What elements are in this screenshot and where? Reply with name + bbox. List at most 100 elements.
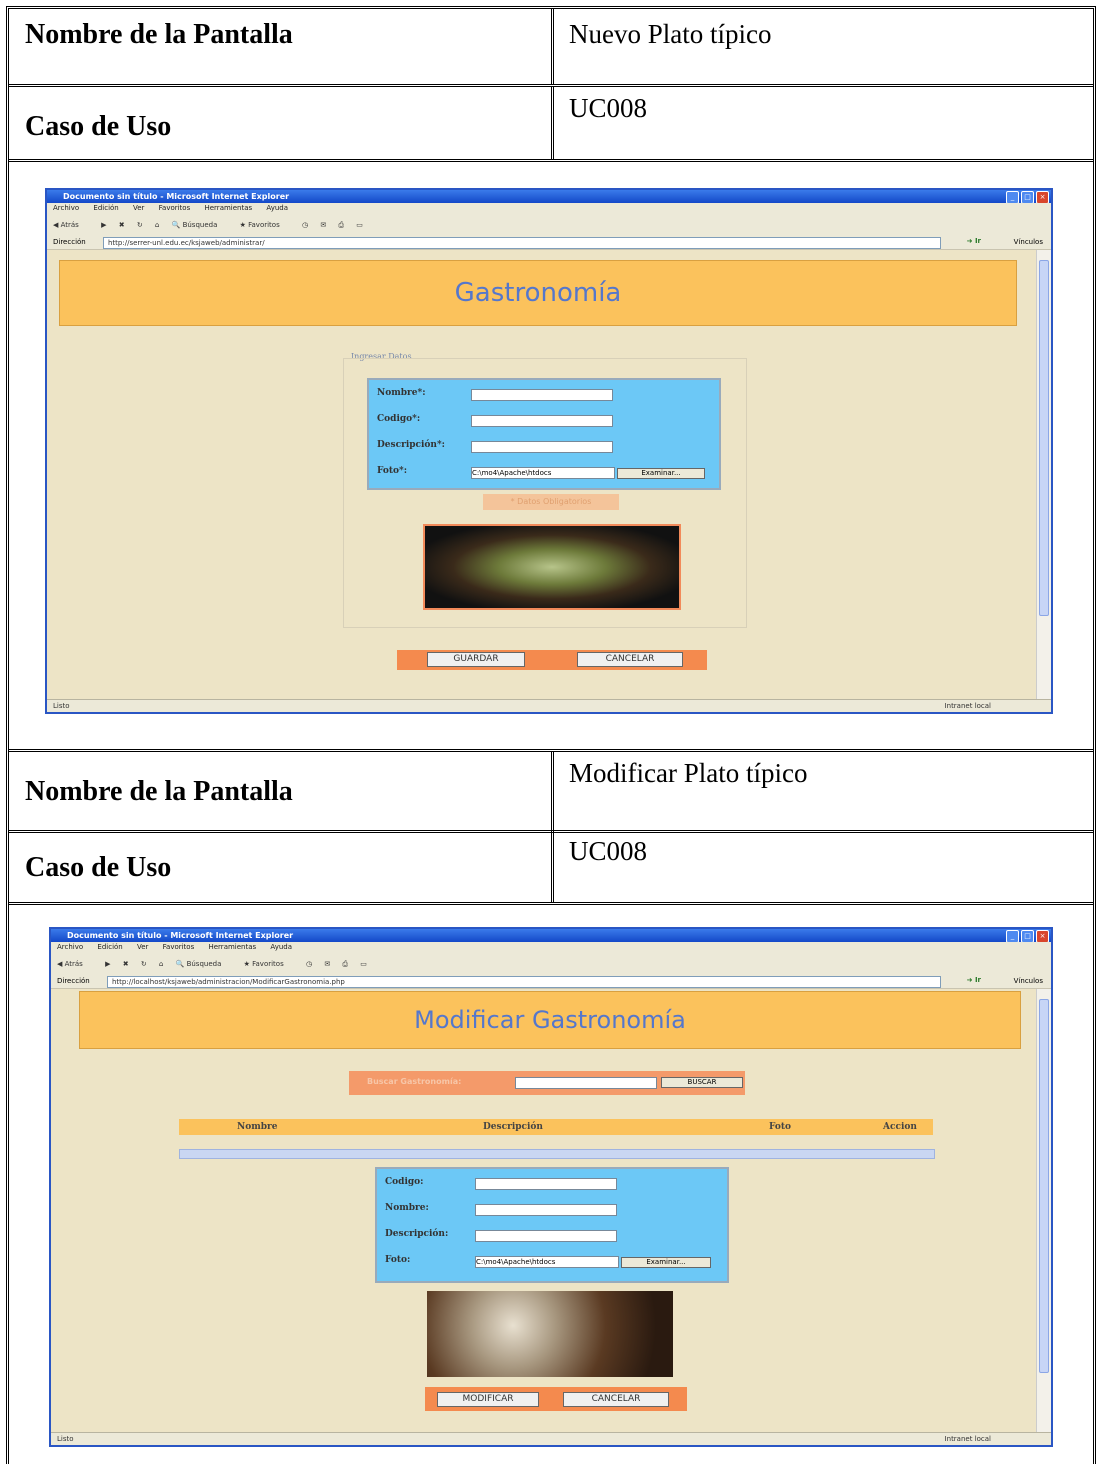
nombre-input[interactable] bbox=[475, 1204, 617, 1216]
go-button[interactable]: ➜ Ir bbox=[967, 976, 981, 984]
scrollbar-thumb-2[interactable] bbox=[1039, 999, 1049, 1373]
browser-toolbar-2: ◀ Atrás ▶ ✖ ↻ ⌂ 🔍 Búsqueda ★ Favoritos ◷… bbox=[51, 953, 1051, 976]
print-icon[interactable]: ⎙ bbox=[342, 960, 348, 968]
stop-icon[interactable]: ✖ bbox=[123, 960, 129, 968]
print-icon[interactable]: ⎙ bbox=[338, 221, 344, 229]
field-label-codigo: Codigo: bbox=[385, 1177, 424, 1187]
menu-herramientas[interactable]: Herramientas bbox=[204, 204, 252, 212]
address-label: Dirección bbox=[57, 977, 90, 985]
menu-ayuda[interactable]: Ayuda bbox=[270, 943, 292, 951]
col-accion: Accion bbox=[883, 1122, 917, 1132]
menu-archivo[interactable]: Archivo bbox=[57, 943, 83, 951]
scrollbar-2[interactable] bbox=[1036, 989, 1051, 1433]
home-icon[interactable]: ⌂ bbox=[155, 221, 159, 229]
links-label[interactable]: Vínculos bbox=[1014, 977, 1043, 985]
table-horizontal-scrollbar[interactable] bbox=[179, 1149, 935, 1159]
browser-window: Documento sin título - Microsoft Interne… bbox=[45, 188, 1053, 714]
use-case-row: Caso de Uso UC008 bbox=[9, 87, 1093, 162]
address-input[interactable]: http://localhost/ksjaweb/administracion/… bbox=[107, 976, 941, 988]
refresh-icon[interactable]: ↻ bbox=[137, 221, 143, 229]
modify-button[interactable]: MODIFICAR bbox=[437, 1392, 539, 1407]
descripcion-input[interactable] bbox=[471, 441, 613, 453]
menu-bar-2: Archivo Edición Ver Favoritos Herramient… bbox=[51, 942, 1051, 953]
foto-input[interactable]: C:\mo4\Apache\htdocs bbox=[475, 1256, 619, 1268]
screenshot-cell-2: Documento sin título - Microsoft Interne… bbox=[9, 905, 1093, 1464]
mail-icon[interactable]: ✉ bbox=[324, 960, 330, 968]
scrollbar-thumb[interactable] bbox=[1039, 260, 1049, 616]
use-case-row-2: Caso de Uso UC008 bbox=[9, 830, 1093, 905]
menu-ver[interactable]: Ver bbox=[133, 204, 144, 212]
field-label-descripcion: Descripción: bbox=[385, 1229, 449, 1239]
menu-favoritos[interactable]: Favoritos bbox=[159, 204, 191, 212]
menu-edicion[interactable]: Edición bbox=[97, 943, 122, 951]
menu-ayuda[interactable]: Ayuda bbox=[266, 204, 288, 212]
window-titlebar-2: Documento sin título - Microsoft Interne… bbox=[51, 929, 1051, 942]
history-icon[interactable]: ◷ bbox=[306, 960, 312, 968]
button-bar-2: MODIFICAR CANCELAR bbox=[425, 1387, 687, 1411]
codigo-input[interactable] bbox=[471, 415, 613, 427]
browse-button[interactable]: Examinar... bbox=[617, 468, 705, 479]
window-titlebar: Documento sin título - Microsoft Interne… bbox=[47, 190, 1051, 203]
field-label-nombre: Nombre*: bbox=[377, 388, 426, 398]
refresh-icon[interactable]: ↻ bbox=[141, 960, 147, 968]
search-button[interactable]: 🔍 Búsqueda bbox=[176, 960, 232, 968]
document-table: Nombre de la Pantalla Nuevo Plato típico… bbox=[6, 6, 1096, 1464]
home-icon[interactable]: ⌂ bbox=[159, 960, 163, 968]
screen-name-row-2: Nombre de la Pantalla Modificar Plato tí… bbox=[9, 749, 1093, 833]
field-label-codigo: Codigo*: bbox=[377, 414, 421, 424]
stop-icon[interactable]: ✖ bbox=[119, 221, 125, 229]
screenshot-cell: Documento sin título - Microsoft Interne… bbox=[9, 162, 1093, 749]
button-bar: GUARDAR CANCELAR bbox=[397, 650, 707, 670]
codigo-input[interactable] bbox=[475, 1178, 617, 1190]
menu-archivo[interactable]: Archivo bbox=[53, 204, 79, 212]
go-button[interactable]: ➜ Ir bbox=[967, 237, 981, 245]
use-case-value: UC008 bbox=[569, 93, 648, 123]
descripcion-input[interactable] bbox=[475, 1230, 617, 1242]
history-icon[interactable]: ◷ bbox=[302, 221, 308, 229]
required-note: * Datos Obligatorios bbox=[483, 494, 619, 510]
nombre-input[interactable] bbox=[471, 389, 613, 401]
forward-icon[interactable]: ▶ bbox=[101, 221, 106, 229]
results-table-header: Nombre Descripción Foto Accion bbox=[179, 1119, 933, 1135]
save-button[interactable]: GUARDAR bbox=[427, 652, 525, 667]
search-button[interactable]: 🔍 Búsqueda bbox=[172, 221, 228, 229]
favorites-button[interactable]: ★ Favoritos bbox=[240, 221, 290, 229]
menu-herramientas[interactable]: Herramientas bbox=[208, 943, 256, 951]
back-button[interactable]: ◀ Atrás bbox=[57, 960, 93, 968]
field-label-descripcion: Descripción*: bbox=[377, 440, 446, 450]
cancel-button[interactable]: CANCELAR bbox=[577, 652, 683, 667]
scrollbar[interactable] bbox=[1036, 250, 1051, 700]
field-label-foto: Foto*: bbox=[377, 466, 408, 476]
search-submit-button[interactable]: BUSCAR bbox=[661, 1077, 743, 1088]
menu-bar: Archivo Edición Ver Favoritos Herramient… bbox=[47, 203, 1051, 214]
use-case-value-2: UC008 bbox=[569, 836, 648, 866]
col-nombre: Nombre bbox=[237, 1122, 278, 1132]
field-label-nombre: Nombre: bbox=[385, 1203, 429, 1213]
col-descripcion: Descripción bbox=[483, 1122, 543, 1132]
dish-photo bbox=[423, 524, 681, 610]
links-label[interactable]: Vínculos bbox=[1014, 238, 1043, 246]
back-button[interactable]: ◀ Atrás bbox=[53, 221, 89, 229]
folder-icon[interactable]: ▭ bbox=[356, 221, 363, 229]
forward-icon[interactable]: ▶ bbox=[105, 960, 110, 968]
use-case-label: Caso de Uso bbox=[25, 111, 172, 142]
menu-ver[interactable]: Ver bbox=[137, 943, 148, 951]
page-content: Gastronomía Ingresar Datos Nombre*: Codi… bbox=[47, 250, 1037, 700]
address-label: Dirección bbox=[53, 238, 86, 246]
field-label-foto: Foto: bbox=[385, 1255, 411, 1265]
foto-input[interactable]: C:\mo4\Apache\htdocs bbox=[471, 467, 615, 479]
address-input[interactable]: http://serrer-unl.edu.ec/ksjaweb/adminis… bbox=[103, 237, 941, 249]
mail-icon[interactable]: ✉ bbox=[320, 221, 326, 229]
folder-icon[interactable]: ▭ bbox=[360, 960, 367, 968]
screen-name-label: Nombre de la Pantalla bbox=[25, 19, 293, 50]
search-bar: Buscar Gastronomía: BUSCAR bbox=[349, 1071, 745, 1095]
cancel-button[interactable]: CANCELAR bbox=[563, 1392, 669, 1407]
menu-edicion[interactable]: Edición bbox=[93, 204, 118, 212]
favorites-button[interactable]: ★ Favoritos bbox=[244, 960, 294, 968]
search-input[interactable] bbox=[515, 1077, 657, 1089]
browse-button[interactable]: Examinar... bbox=[621, 1257, 711, 1268]
status-text: Listo bbox=[53, 702, 70, 710]
col-foto: Foto bbox=[769, 1122, 792, 1132]
menu-favoritos[interactable]: Favoritos bbox=[163, 943, 195, 951]
status-bar: Listo Intranet local bbox=[47, 699, 1051, 712]
